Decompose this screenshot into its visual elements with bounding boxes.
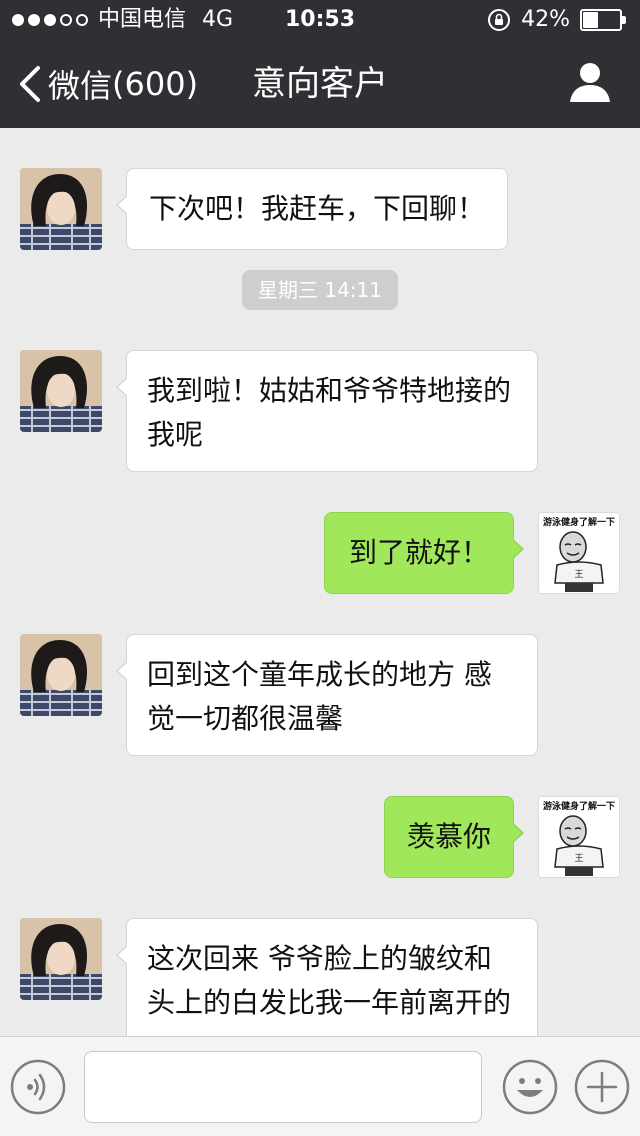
incoming-message[interactable]: 下次吧！我赶车，下回聊！ [115,168,509,250]
incoming-message[interactable]: 回到这个童年成长的地方 感觉一切都很温馨 [116,634,538,756]
chat-screen: 中国电信 4G 10:53 42% 微信 (600) 意向客户 下次吧！我赶车，… [0,0,640,1136]
contact-avatar[interactable] [20,918,102,1000]
incoming-message[interactable]: 这次回来 爷爷脸上的皱纹和头上的白发比我一年前离开的 [116,918,538,1036]
message-input[interactable] [84,1051,482,1123]
message-text: 到了就好！ [348,536,489,569]
input-bar [0,1036,640,1136]
status-bar: 中国电信 4G 10:53 42% [0,0,640,40]
meme-avatar-image: 游泳健身了解一下 王 [539,797,619,877]
outgoing-message[interactable]: 到了就好！ [323,512,525,594]
message-text: 回到这个童年成长的地方 感觉一切都很温馨 [147,658,492,735]
avatar-badge: 王 [574,853,583,864]
message-list[interactable]: 下次吧！我赶车，下回聊！ 星期三 14:11 我到啦！姑姑和爷爷特地接的我呢 到… [0,128,640,1036]
message-text: 我到啦！姑姑和爷爷特地接的我呢 [147,374,512,451]
navigation-bar: 微信 (600) 意向客户 [0,40,640,128]
avatar-image [20,918,102,1000]
top-bar: 中国电信 4G 10:53 42% 微信 (600) 意向客户 [0,0,640,128]
contact-avatar[interactable] [20,634,102,716]
message-text: 下次吧！我赶车，下回聊！ [149,192,486,225]
back-label: 微信 [48,67,113,105]
time-divider: 星期三 14:11 [242,270,398,310]
battery-icon [580,9,626,31]
person-icon[interactable] [568,60,612,104]
chevron-left-icon [20,66,40,102]
battery-percent: 42% [521,7,570,32]
incoming-message[interactable]: 我到啦！姑姑和爷爷特地接的我呢 [116,350,538,472]
contact-avatar[interactable] [20,350,102,432]
status-right: 42% [487,0,626,40]
contact-avatar[interactable] [20,168,102,250]
outgoing-message[interactable]: 羡慕你 [383,796,525,878]
avatar-image [20,634,102,716]
avatar-badge: 王 [574,569,583,580]
avatar-caption: 游泳健身了解一下 [543,800,615,812]
emoji-icon[interactable] [502,1059,558,1115]
back-button[interactable]: 微信 (600) [16,40,198,128]
message-text: 这次回来 爷爷脸上的皱纹和头上的白发比我一年前离开的 [147,942,512,1019]
message-text: 羡慕你 [406,820,491,853]
my-avatar[interactable]: 游泳健身了解一下 王 [538,796,620,878]
meme-avatar-image: 游泳健身了解一下 王 [539,513,619,593]
rotation-lock-icon [488,9,511,31]
my-avatar[interactable]: 游泳健身了解一下 王 [538,512,620,594]
avatar-image [20,168,102,250]
unread-count: (600) [112,65,199,103]
avatar-caption: 游泳健身了解一下 [543,516,615,528]
avatar-image [20,350,102,432]
voice-icon[interactable] [10,1059,66,1115]
plus-icon[interactable] [574,1059,630,1115]
